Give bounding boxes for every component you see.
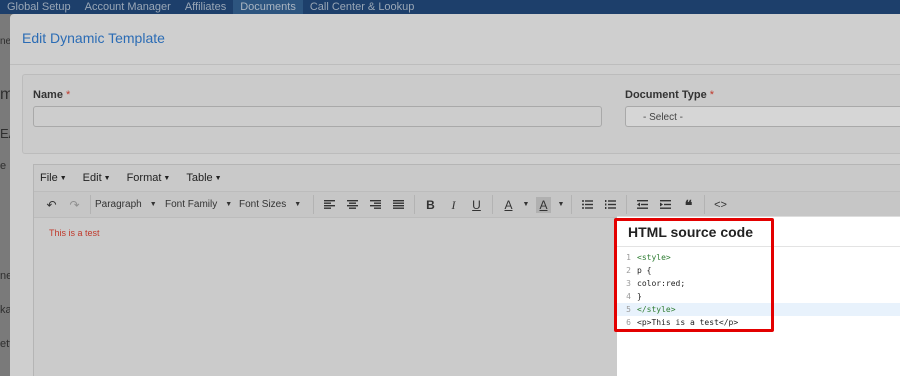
toolbar-separator xyxy=(414,195,415,214)
caret-down-icon: ▼ xyxy=(214,174,222,182)
toolbar-separator xyxy=(313,195,314,214)
required-mark: * xyxy=(66,89,71,101)
background-color-icon[interactable]: A xyxy=(536,196,551,213)
underline-icon[interactable]: U xyxy=(465,197,488,213)
align-right-icon[interactable] xyxy=(364,200,387,209)
font-family-select[interactable]: Font Family ▼ xyxy=(165,199,239,210)
nav-call-center-lookup[interactable]: Call Center & Lookup xyxy=(303,0,422,14)
modal-divider xyxy=(10,64,900,65)
editor-toolbar: ↶ ↷ Paragraph ▼ Font Family ▼ Font Sizes ▼ … xyxy=(34,191,900,218)
align-justify-icon[interactable] xyxy=(387,200,410,209)
document-type-label: Document Type * xyxy=(625,89,715,101)
menu-table[interactable]: Table ▼ xyxy=(186,172,221,184)
nav-account-manager[interactable]: Account Manager xyxy=(78,0,178,14)
redo-icon[interactable]: ↷ xyxy=(63,197,86,213)
caret-down-icon[interactable]: ▼ xyxy=(520,197,532,213)
menu-format[interactable]: Format ▼ xyxy=(127,172,171,184)
name-input[interactable] xyxy=(33,106,602,127)
undo-icon[interactable]: ↶ xyxy=(40,197,63,213)
bg-fragment: e xyxy=(0,160,7,172)
bold-icon[interactable]: B xyxy=(419,197,442,213)
editor-menubar: File ▼ Edit ▼ Format ▼ Table ▼ xyxy=(34,165,900,191)
nav-documents[interactable]: Documents xyxy=(233,0,303,14)
toolbar-separator xyxy=(704,195,705,214)
red-highlight-box xyxy=(614,218,774,332)
required-mark: * xyxy=(709,89,715,101)
modal-title: Edit Dynamic Template xyxy=(22,30,165,46)
bullet-list-icon[interactable] xyxy=(576,200,599,209)
paragraph-select[interactable]: Paragraph ▼ xyxy=(95,199,165,210)
menu-edit[interactable]: Edit ▼ xyxy=(83,172,111,184)
content-paragraph: This is a test xyxy=(49,228,100,238)
caret-down-icon: ▼ xyxy=(163,174,171,182)
name-label: Name * xyxy=(33,89,71,101)
text-color-icon[interactable]: A xyxy=(497,197,520,213)
caret-down-icon[interactable]: ▼ xyxy=(555,197,567,213)
indent-icon[interactable] xyxy=(654,200,677,209)
align-left-icon[interactable] xyxy=(318,200,341,209)
toolbar-separator xyxy=(90,195,91,214)
caret-down-icon: ▼ xyxy=(103,174,111,182)
caret-down-icon: ▼ xyxy=(149,201,157,208)
caret-down-icon: ▼ xyxy=(59,174,67,182)
toolbar-separator xyxy=(571,195,572,214)
top-navigation: Global Setup Account Manager Affiliates … xyxy=(0,0,900,14)
font-sizes-select[interactable]: Font Sizes ▼ xyxy=(239,199,309,210)
outdent-icon[interactable] xyxy=(631,200,654,209)
form-panel: Name * Document Type * - Select - xyxy=(22,74,900,154)
blockquote-icon[interactable]: ❝ xyxy=(677,197,700,213)
italic-icon[interactable]: I xyxy=(442,197,465,213)
nav-global-setup[interactable]: Global Setup xyxy=(0,0,78,14)
nav-affiliates[interactable]: Affiliates xyxy=(178,0,233,14)
source-code-icon[interactable]: <> xyxy=(709,197,732,213)
caret-down-icon: ▼ xyxy=(294,201,302,208)
align-center-icon[interactable] xyxy=(341,200,364,209)
document-type-select[interactable]: - Select - xyxy=(625,106,900,127)
toolbar-separator xyxy=(492,195,493,214)
caret-down-icon: ▼ xyxy=(225,201,233,208)
numbered-list-icon[interactable] xyxy=(599,200,622,209)
toolbar-separator xyxy=(626,195,627,214)
menu-file[interactable]: File ▼ xyxy=(40,172,67,184)
